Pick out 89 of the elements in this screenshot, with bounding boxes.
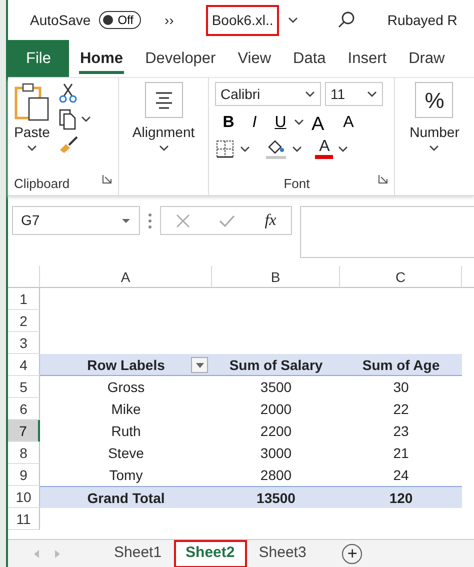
table-cell-text: Steve xyxy=(107,444,145,463)
column-header[interactable]: B xyxy=(212,266,340,288)
table-cell-text: 3000 xyxy=(259,444,293,463)
chevron-down-icon[interactable] xyxy=(239,144,252,154)
table-cell-text: Tomy xyxy=(108,466,144,485)
ribbon-tab[interactable]: Data xyxy=(282,40,337,77)
paste-button[interactable]: Paste xyxy=(14,122,50,143)
ribbon-tab[interactable]: Developer xyxy=(134,40,227,77)
table-cell-text: Ruth xyxy=(110,422,142,441)
insert-function-button[interactable]: fx xyxy=(264,208,276,232)
table-cell-text: Mike xyxy=(110,400,142,419)
grow-font-button[interactable]: A xyxy=(305,110,336,134)
chevron-down-icon xyxy=(304,89,316,99)
row-header[interactable]: 8 xyxy=(8,442,40,464)
caret-down-icon xyxy=(196,362,204,368)
chevron-down-icon[interactable] xyxy=(293,117,306,127)
row-header[interactable]: 7 xyxy=(8,420,40,442)
grip-icon[interactable] xyxy=(148,212,152,230)
ribbon-tab[interactable]: Insert xyxy=(336,40,398,77)
group-label: Clipboard xyxy=(14,174,70,193)
chevron-down-icon[interactable] xyxy=(291,144,304,154)
shrink-font-button[interactable]: A xyxy=(335,110,362,134)
name-box[interactable]: G7 xyxy=(12,206,140,235)
table-cell: 13500 xyxy=(212,486,340,508)
table-cell: Sum of Age xyxy=(340,354,462,376)
file-name[interactable]: Book6.xl.. xyxy=(206,4,280,36)
table-cell: 120 xyxy=(340,486,462,508)
percent-button[interactable]: % xyxy=(415,82,454,118)
table-cell-text: 22 xyxy=(392,400,410,419)
dialog-launcher-icon[interactable] xyxy=(102,174,112,184)
bold-button[interactable]: B xyxy=(215,110,242,134)
filter-button[interactable] xyxy=(191,357,208,373)
autosave-label: AutoSave xyxy=(30,10,91,30)
borders-icon[interactable] xyxy=(215,139,236,159)
row-header[interactable]: 11 xyxy=(8,508,40,530)
row-header[interactable]: 9 xyxy=(8,464,40,486)
row-header[interactable]: 2 xyxy=(8,310,40,332)
clipboard-icon[interactable] xyxy=(14,82,50,122)
dialog-launcher-icon[interactable] xyxy=(378,174,388,184)
table-cell: Grand Total xyxy=(40,486,212,508)
check-icon[interactable] xyxy=(219,214,236,228)
align-center-icon[interactable] xyxy=(144,82,183,118)
ribbon-tab[interactable]: File xyxy=(8,40,69,77)
table-cell-text: 24 xyxy=(392,466,410,485)
table-cell-text: 2800 xyxy=(259,466,293,485)
column-header[interactable]: C xyxy=(340,266,462,288)
row-header[interactable]: 1 xyxy=(8,288,40,310)
table-cell-text: 21 xyxy=(392,444,410,463)
row-header[interactable]: 5 xyxy=(8,376,40,398)
sheet-tab[interactable]: Sheet1 xyxy=(102,540,174,567)
column-header[interactable]: A xyxy=(40,266,212,288)
table-cell-text: Row Labels xyxy=(87,356,165,374)
overflow-button[interactable]: ›› xyxy=(164,10,174,30)
underline-button[interactable]: U xyxy=(267,110,294,134)
ribbon-tab[interactable]: Draw xyxy=(398,40,456,77)
chevron-down-icon[interactable] xyxy=(26,143,38,153)
chevron-down-icon xyxy=(366,89,378,99)
table-cell-text: 3500 xyxy=(259,378,293,397)
chevron-down-icon[interactable] xyxy=(337,144,350,154)
group-label: Font xyxy=(284,174,310,192)
italic-button[interactable]: I xyxy=(241,110,268,134)
scissors-icon[interactable] xyxy=(58,82,78,104)
user-name[interactable]: Rubayed R xyxy=(387,10,458,30)
paintbrush-icon[interactable] xyxy=(58,134,80,154)
number-button[interactable]: Number xyxy=(410,122,460,143)
sheet-tab[interactable]: Sheet2 xyxy=(174,540,247,567)
sheet-tab[interactable]: Sheet3 xyxy=(246,540,318,567)
search-icon[interactable] xyxy=(337,11,356,29)
font-name-select[interactable]: Calibri xyxy=(215,82,322,106)
table-cell-text: 30 xyxy=(392,378,410,397)
table-cell-text: 2000 xyxy=(259,400,293,419)
formula-input[interactable] xyxy=(300,206,474,258)
alignment-button[interactable]: Alignment xyxy=(132,122,195,143)
fill-bucket-icon[interactable] xyxy=(265,138,288,160)
chevron-down-icon[interactable] xyxy=(158,143,170,153)
table-cell-text: 23 xyxy=(392,422,410,441)
font-size-select[interactable]: 11 xyxy=(325,82,384,106)
ribbon-tab[interactable]: View xyxy=(226,40,282,77)
font-color-button[interactable]: A xyxy=(315,139,334,159)
chevron-down-icon[interactable] xyxy=(428,143,440,153)
table-cell-text: 2200 xyxy=(259,422,293,441)
chevron-down-icon[interactable] xyxy=(287,15,300,25)
ribbon-tab[interactable]: Home xyxy=(68,40,134,77)
row-header[interactable]: 3 xyxy=(8,332,40,354)
add-sheet-button[interactable]: + xyxy=(342,544,362,564)
caret-down-icon xyxy=(121,218,131,224)
table-cell: Sum of Salary xyxy=(212,354,340,376)
table-cell-text: Gross xyxy=(106,378,146,397)
autosave-toggle[interactable]: Off xyxy=(98,11,141,29)
